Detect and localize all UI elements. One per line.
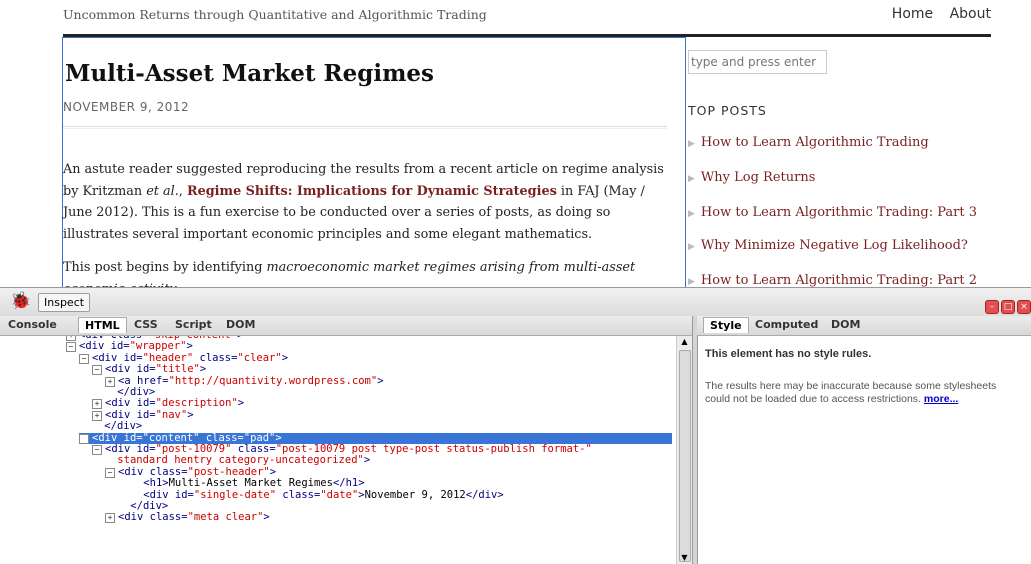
expand-icon[interactable]: + (105, 513, 115, 524)
post-date: NOVEMBER 9, 2012 (63, 100, 190, 114)
top-post-link[interactable]: ▶ Why Log Returns (688, 170, 815, 185)
inspect-button[interactable]: Inspect (38, 293, 91, 312)
search-input[interactable]: type and press enter (688, 50, 827, 74)
collapse-icon[interactable]: − (79, 433, 89, 444)
firebug-bug-icon[interactable]: 🐞 (10, 291, 31, 311)
top-post-link[interactable]: ▶ Why Minimize Negative Log Likelihood? (688, 238, 968, 253)
triangle-right-icon: ▶ (688, 209, 695, 219)
collapse-icon[interactable]: − (66, 342, 76, 353)
collapse-icon[interactable]: − (105, 467, 115, 478)
scroll-up-icon[interactable]: ▲ (677, 336, 692, 348)
tab-style[interactable]: Style (703, 317, 749, 333)
post-title: Multi-Asset Market Regimes (65, 60, 434, 87)
expand-icon[interactable]: + (66, 336, 76, 341)
post-paragraph-1: An astute reader suggested reproducing t… (63, 162, 664, 242)
top-posts-heading: TOP POSTS (688, 103, 767, 118)
no-style-rules-message: This element has no style rules. (705, 348, 872, 360)
triangle-right-icon: ▶ (688, 174, 695, 184)
style-pane: This element has no style rules. The res… (697, 336, 1031, 564)
tab-dom[interactable]: DOM (226, 318, 255, 331)
scroll-down-icon[interactable]: ▼ (677, 552, 692, 564)
triangle-right-icon: ▶ (688, 277, 695, 287)
tab-console[interactable]: Console (8, 318, 57, 331)
top-post-link[interactable]: ▶ How to Learn Algorithmic Trading: Part … (688, 205, 977, 220)
collapse-icon[interactable]: − (79, 353, 89, 364)
site-description: Uncommon Returns through Quantitative an… (63, 7, 487, 22)
firebug-panel: 🐞 Inspect – □ × Console HTML CSS Script DO… (0, 287, 1031, 564)
expand-icon[interactable]: + (92, 399, 102, 410)
tab-computed[interactable]: Computed (755, 318, 818, 331)
collapse-icon[interactable]: − (92, 365, 102, 376)
tab-side-dom[interactable]: DOM (831, 318, 860, 331)
window-buttons: – □ × (983, 294, 1031, 314)
nav-home-link[interactable]: Home (892, 6, 933, 22)
triangle-right-icon: ▶ (688, 242, 695, 252)
blog-page: Uncommon Returns through Quantitative an… (0, 0, 1031, 287)
tab-script[interactable]: Script (175, 318, 212, 331)
top-post-link[interactable]: ▶ How to Learn Algorithmic Trading: Part … (688, 273, 977, 287)
minimize-icon[interactable]: – (985, 300, 999, 314)
post-paragraph-2: This post begins by identifying macroeco… (63, 260, 636, 287)
scroll-thumb[interactable] (679, 350, 691, 562)
tab-css[interactable]: CSS (134, 318, 158, 331)
close-icon[interactable]: × (1017, 300, 1031, 314)
nav-about-link[interactable]: About (950, 6, 991, 22)
triangle-right-icon: ▶ (688, 139, 695, 149)
detach-icon[interactable]: □ (1001, 300, 1015, 314)
html-tree[interactable]: +<div class="skip-content">−<div id="wra… (0, 336, 676, 564)
article-link[interactable]: Regime Shifts: Implications for Dynamic … (187, 184, 557, 199)
divider (63, 126, 667, 127)
stylesheet-warning: The results here may be inaccurate becau… (705, 380, 997, 405)
tree-node[interactable]: + <div class="meta clear"> (105, 512, 270, 524)
tree-node[interactable]: <div id="single-date" class="date">Novem… (118, 489, 503, 501)
main-tab-bar: Console HTML CSS Script DOM (0, 316, 692, 336)
side-tab-bar: Style Computed DOM (697, 316, 1031, 336)
more-link[interactable]: more... (924, 393, 958, 405)
tab-html[interactable]: HTML (78, 317, 127, 333)
top-post-link[interactable]: ▶ How to Learn Algorithmic Trading (688, 135, 929, 150)
divider (63, 128, 667, 129)
site-nav: Home About (880, 6, 991, 22)
firebug-toolbar: 🐞 Inspect – □ × (0, 288, 1031, 317)
vertical-scrollbar[interactable]: ▲ ▼ (676, 336, 692, 564)
